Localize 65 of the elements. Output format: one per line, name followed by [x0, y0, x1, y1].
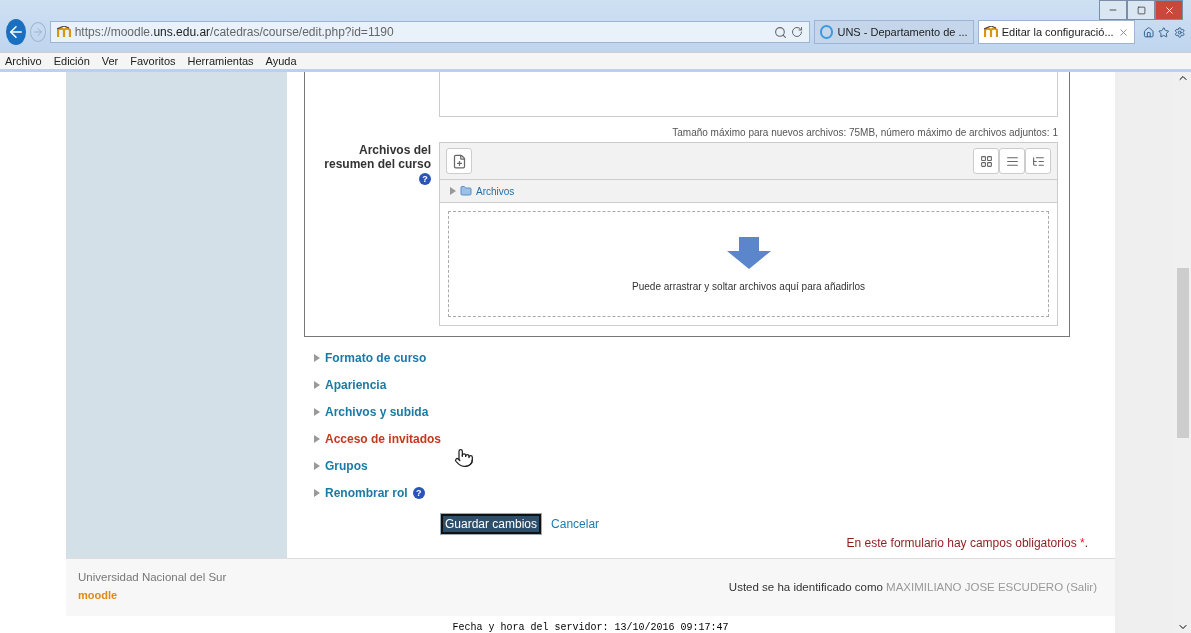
menu-item[interactable]: Ver	[101, 55, 119, 67]
browser-tab[interactable]: UNS - Departamento de ...	[813, 20, 974, 44]
section-link[interactable]: Grupos	[325, 459, 368, 473]
triangle-icon	[314, 435, 320, 443]
globe-icon	[819, 25, 834, 39]
menu-item[interactable]: Favoritos	[130, 55, 176, 67]
site-icon	[56, 26, 71, 38]
arrow-right-icon	[31, 26, 44, 38]
section-link[interactable]: Formato de curso	[325, 351, 427, 365]
required-note: En este formulario hay campos obligatorios *.	[845, 535, 1088, 550]
site-icon	[983, 26, 998, 38]
menu-item[interactable]: Archivo	[5, 55, 42, 67]
help-icon[interactable]: ?	[419, 173, 431, 185]
folder-link[interactable]: Archivos	[476, 185, 515, 197]
tree-view-button[interactable]	[1025, 148, 1051, 174]
triangle-icon	[314, 489, 320, 497]
grid-view-button[interactable]	[973, 148, 999, 174]
drop-zone[interactable]: Puede arrastrar y soltar archivos aquí para añadirlos	[448, 211, 1049, 317]
arrow-down-icon	[726, 236, 771, 269]
institution-name: Universidad Nacional del Sur	[78, 571, 227, 583]
menu-item[interactable]: Edición	[53, 55, 90, 67]
triangle-icon	[450, 187, 456, 195]
section-link[interactable]: Renombrar rol	[325, 486, 408, 500]
list-view-button[interactable]	[999, 148, 1025, 174]
triangle-icon	[314, 408, 320, 416]
add-file-button[interactable]	[446, 148, 472, 174]
maximize-icon	[1136, 5, 1146, 15]
section-link[interactable]: Archivos y subida	[325, 405, 429, 419]
file-plus-icon	[451, 153, 467, 169]
triangle-icon	[314, 381, 320, 389]
browser-tab[interactable]: Editar la configuració...	[977, 20, 1135, 44]
section-link[interactable]: Apariencia	[325, 378, 387, 392]
search-icon[interactable]	[773, 25, 787, 39]
close-button[interactable]	[1155, 0, 1183, 20]
address-field[interactable]: https://moodle.uns.edu.ar/catedras/course/edit.php?id=1190	[49, 21, 810, 43]
help-icon[interactable]: ?	[412, 487, 425, 499]
menu-item[interactable]: Herramientas	[187, 55, 254, 67]
back-button[interactable]	[6, 19, 26, 45]
field-label: Archivos del resumen del curso	[323, 143, 431, 171]
section-link[interactable]: Acceso de invitados	[325, 432, 442, 446]
tree-icon	[1031, 154, 1045, 168]
scroll-thumb[interactable]	[1177, 267, 1189, 438]
list-icon	[1005, 154, 1019, 168]
close-icon	[1163, 4, 1175, 16]
settings-icon[interactable]	[1173, 24, 1185, 40]
scrollbar[interactable]	[1175, 72, 1191, 633]
folder-icon	[460, 185, 472, 197]
cancel-link[interactable]: Cancelar	[551, 517, 600, 531]
star-icon[interactable]	[1158, 24, 1170, 40]
save-button[interactable]: Guardar cambios	[441, 514, 542, 534]
hand-cursor-icon	[454, 448, 474, 468]
login-info: Usted se ha identificado como MAXIMILIANO JOSE ESCUDERO (Salir)	[728, 580, 1098, 595]
limits-text: Tamaño máximo para nuevos archivos: 75MB, número máximo de archivos adjuntos: 1	[671, 126, 1058, 140]
drop-hint: Puede arrastrar y soltar archivos aquí para añadirlos	[632, 280, 865, 292]
menu-item[interactable]: Ayuda	[265, 55, 297, 67]
home-icon[interactable]	[1142, 24, 1155, 40]
summary-field[interactable]	[439, 72, 1058, 117]
triangle-icon	[314, 462, 320, 470]
server-time: Fecha y hora del servidor: 13/10/2016 09:17:47	[451, 621, 730, 633]
refresh-icon[interactable]	[790, 26, 803, 38]
maximize-button[interactable]	[1127, 0, 1155, 20]
close-tab-icon[interactable]	[1117, 26, 1129, 38]
minimize-button[interactable]	[1099, 0, 1127, 20]
triangle-icon	[314, 354, 320, 362]
grid-icon	[979, 154, 993, 168]
